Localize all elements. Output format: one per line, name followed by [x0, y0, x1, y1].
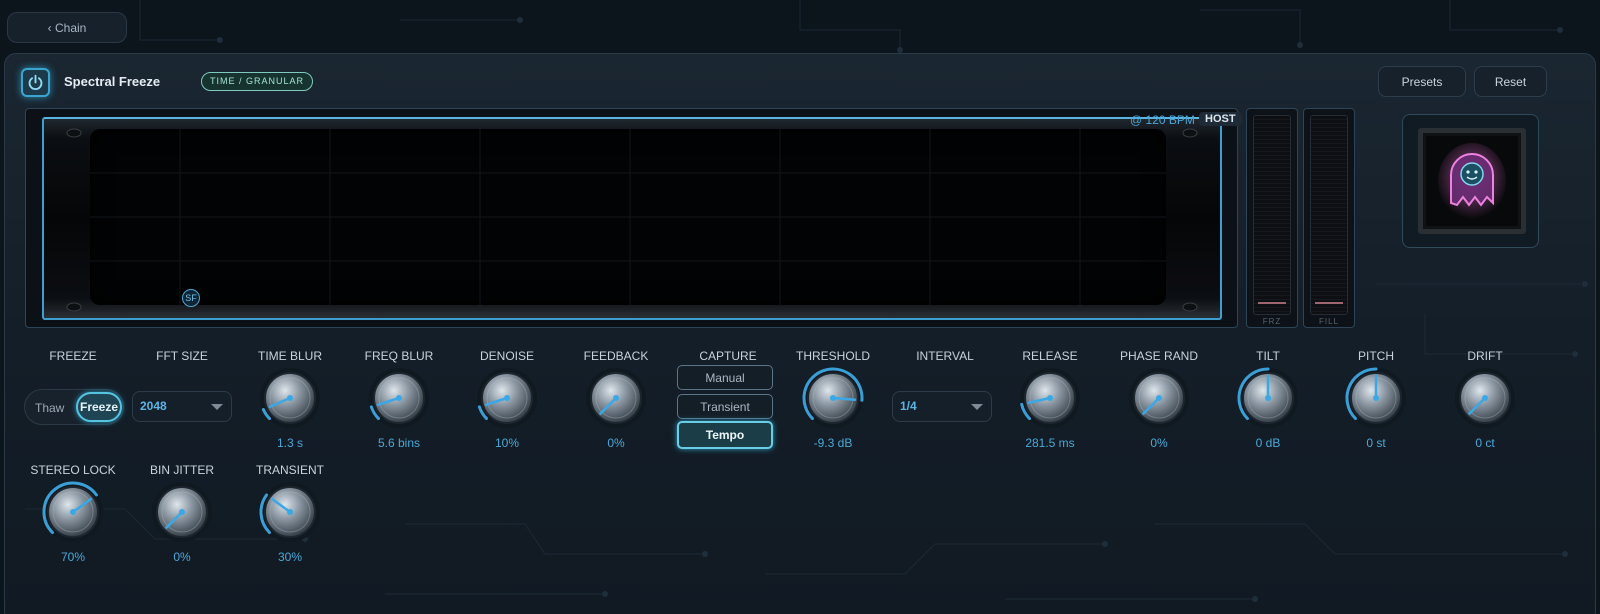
- freeze-meter: FRZ: [1246, 108, 1298, 328]
- capture-tempo-button[interactable]: Tempo: [677, 421, 773, 449]
- pitch-knob[interactable]: [1344, 366, 1408, 430]
- category-badge: TIME / GRANULAR: [201, 72, 314, 91]
- sf-badge: SF: [182, 289, 200, 307]
- capture-transient-button[interactable]: Transient: [677, 394, 773, 419]
- release-value: 281.5 ms: [1025, 436, 1075, 450]
- freeze-toggle[interactable]: Thaw Freeze: [24, 389, 124, 425]
- spectral-display: @ 120 BPM HOST SF: [25, 108, 1242, 328]
- freq-blur-knob[interactable]: [367, 366, 431, 430]
- freq-blur-label: FREQ BLUR: [364, 349, 434, 363]
- freq-blur-value: 5.6 bins: [377, 436, 421, 450]
- denoise-value: 10%: [494, 436, 520, 450]
- feedback-value: 0%: [607, 436, 625, 450]
- chevron-down-icon: [211, 404, 223, 410]
- phase-rand-label: PHASE RAND: [1119, 349, 1199, 363]
- drift-label: DRIFT: [1467, 349, 1503, 363]
- presets-button[interactable]: Presets: [1378, 66, 1466, 97]
- plugin-panel: Spectral Freeze TIME / GRANULAR Presets …: [4, 53, 1596, 614]
- tilt-knob[interactable]: [1236, 366, 1300, 430]
- stereo-lock-label: STEREO LOCK: [30, 463, 116, 477]
- threshold-knob[interactable]: [801, 366, 865, 430]
- bin-jitter-value: 0%: [173, 550, 191, 564]
- pitch-value: 0 st: [1366, 436, 1386, 450]
- display-frame: [42, 117, 1222, 320]
- drift-value: 0 ct: [1475, 436, 1495, 450]
- plugin-title: Spectral Freeze: [64, 74, 161, 89]
- capture-label: CAPTURE: [699, 349, 757, 363]
- bin-jitter-label: BIN JITTER: [149, 463, 214, 477]
- freeze-option[interactable]: Freeze: [76, 392, 122, 422]
- capture-manual-button[interactable]: Manual: [677, 365, 773, 390]
- transient-value: 30%: [277, 550, 303, 564]
- avatar-frame: [1418, 128, 1526, 234]
- fill-meter-label: FILL: [1318, 317, 1339, 326]
- chevron-down-icon: [971, 404, 983, 410]
- transient-knob[interactable]: [258, 480, 322, 544]
- freeze-label: FREEZE: [49, 349, 97, 363]
- tilt-label: TILT: [1256, 349, 1280, 363]
- tilt-value: 0 dB: [1255, 436, 1281, 450]
- time-blur-value: 1.3 s: [276, 436, 303, 450]
- host-sync-badge[interactable]: HOST: [1199, 112, 1242, 126]
- time-blur-label: TIME BLUR: [257, 349, 322, 363]
- reset-button[interactable]: Reset: [1474, 66, 1547, 97]
- threshold-label: THRESHOLD: [795, 349, 870, 363]
- fft-size-dropdown[interactable]: 2048: [132, 391, 232, 422]
- feedback-knob[interactable]: [584, 366, 648, 430]
- release-label: RELEASE: [1022, 349, 1078, 363]
- freeze-meter-label: FRZ: [1262, 317, 1282, 326]
- ghost-avatar-panel: [1402, 114, 1539, 248]
- denoise-knob[interactable]: [475, 366, 539, 430]
- stereo-lock-knob[interactable]: [41, 480, 105, 544]
- phase-rand-knob[interactable]: [1127, 366, 1191, 430]
- back-to-chain-button[interactable]: ‹ Chain: [7, 12, 127, 43]
- release-knob[interactable]: [1018, 366, 1082, 430]
- threshold-value: -9.3 dB: [813, 436, 853, 450]
- interval-dropdown[interactable]: 1/4: [892, 391, 992, 422]
- feedback-label: FEEDBACK: [583, 349, 649, 363]
- ghost-icon: [1438, 143, 1506, 219]
- fill-meter: FILL: [1303, 108, 1355, 328]
- power-button[interactable]: [21, 68, 50, 97]
- drift-knob[interactable]: [1453, 366, 1517, 430]
- power-icon: [28, 74, 43, 90]
- interval-value: 1/4: [900, 399, 917, 413]
- bpm-label: @ 120 BPM: [1130, 113, 1195, 127]
- bin-jitter-knob[interactable]: [150, 480, 214, 544]
- frame-screws: [66, 128, 1198, 312]
- denoise-label: DENOISE: [479, 349, 534, 363]
- stereo-lock-value: 70%: [60, 550, 86, 564]
- fft-size-value: 2048: [140, 399, 167, 413]
- fft-size-label: FFT SIZE: [156, 349, 208, 363]
- pitch-label: PITCH: [1358, 349, 1394, 363]
- phase-rand-value: 0%: [1150, 436, 1168, 450]
- transient-label: TRANSIENT: [255, 463, 324, 477]
- interval-label: INTERVAL: [916, 349, 974, 363]
- thaw-option[interactable]: Thaw: [35, 401, 64, 415]
- time-blur-knob[interactable]: [258, 366, 322, 430]
